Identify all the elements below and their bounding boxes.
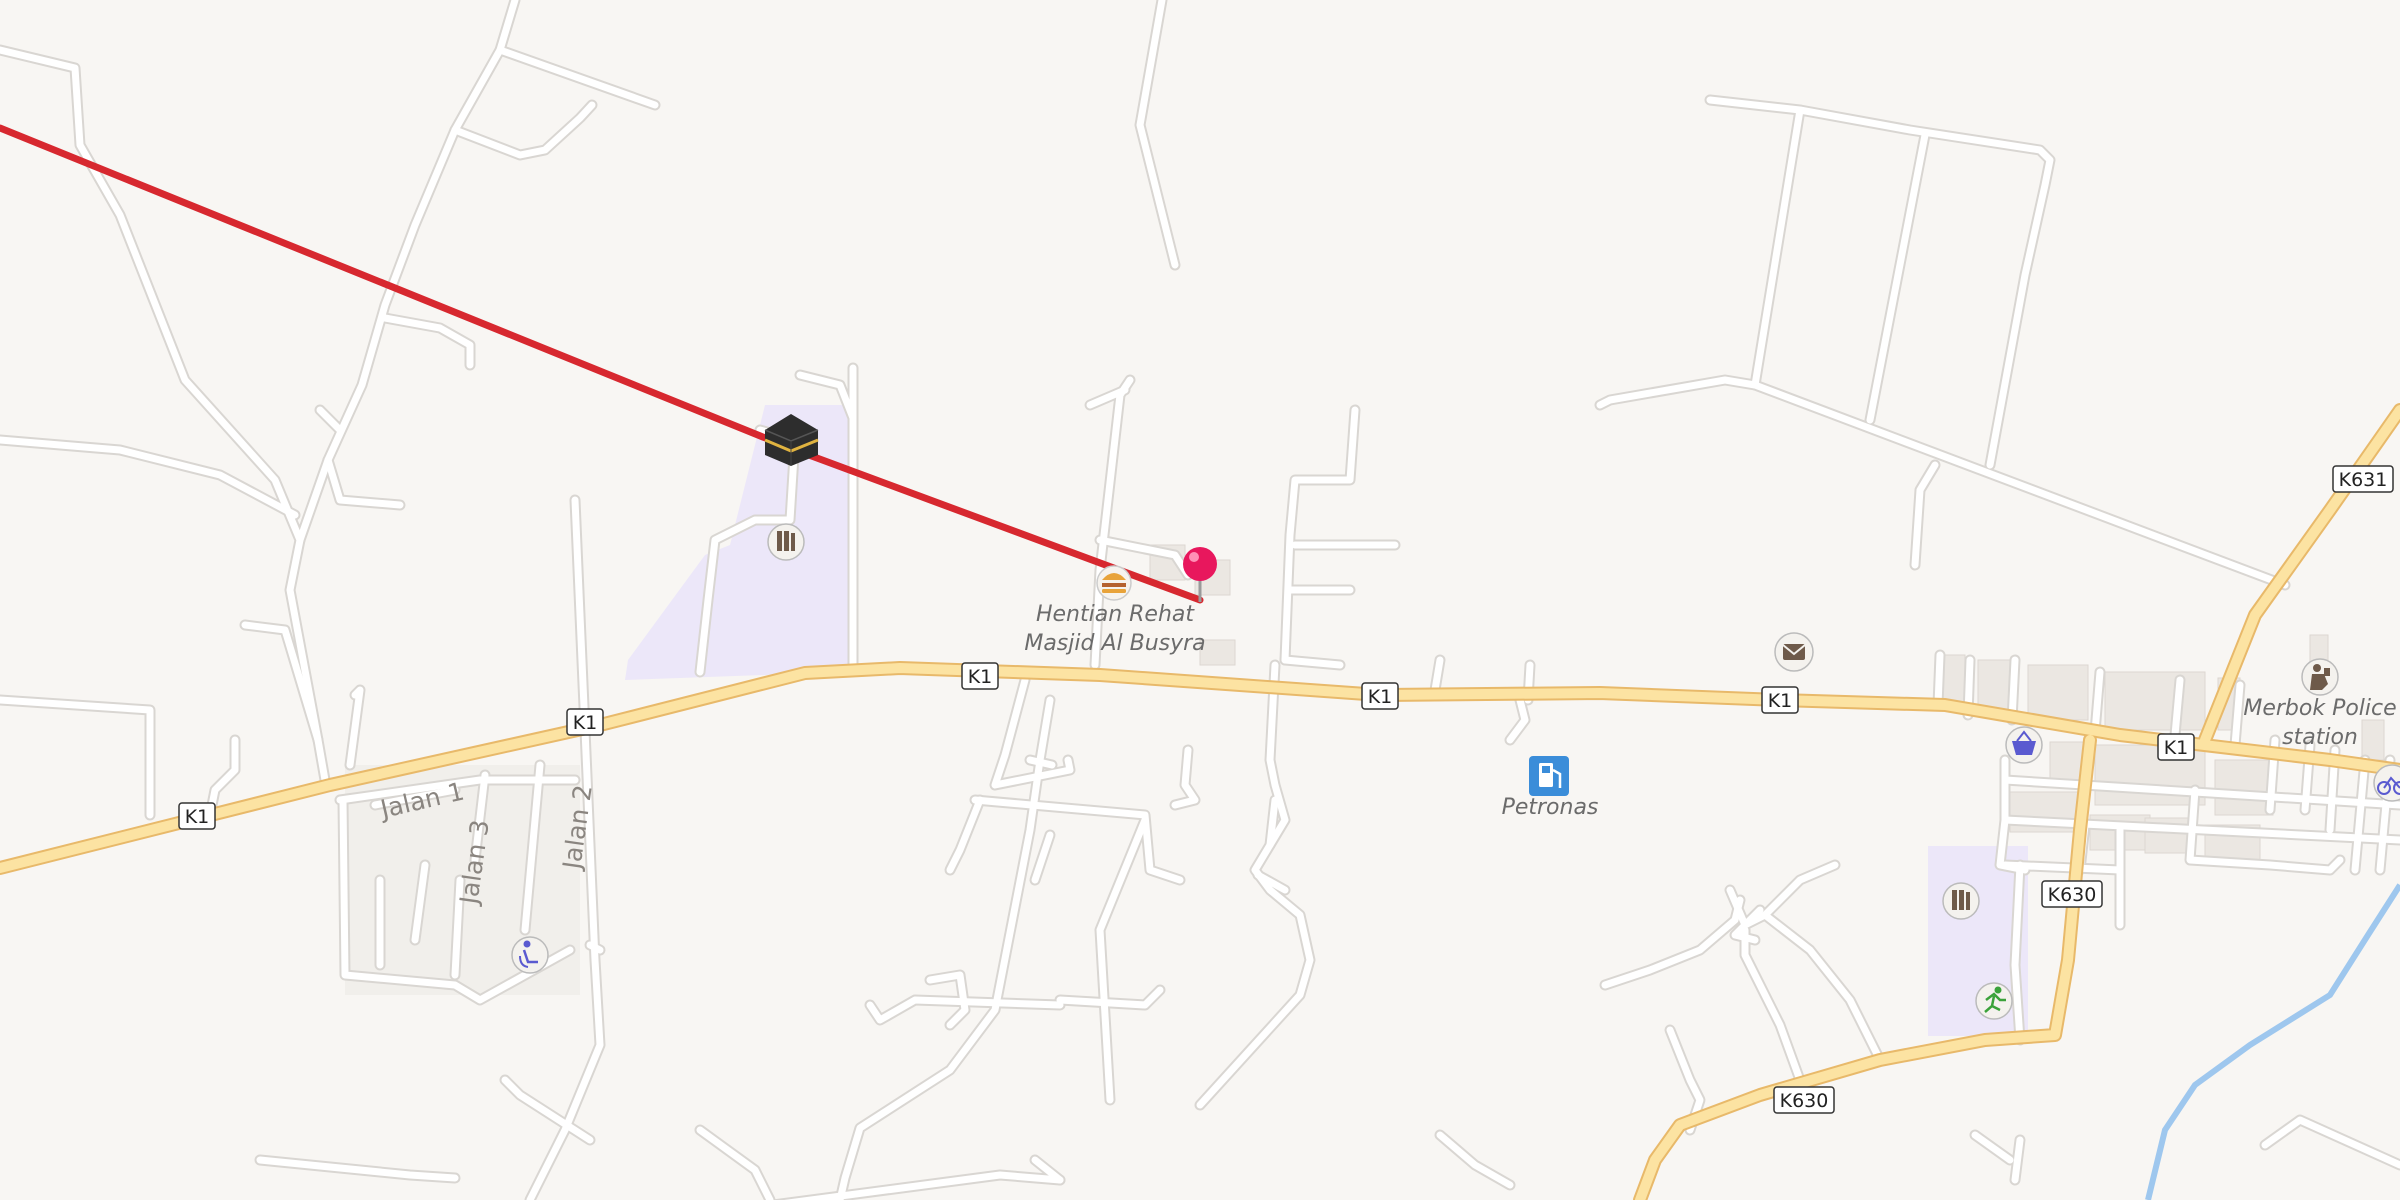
k1-shield-6: K1 xyxy=(2157,733,2195,761)
place-label-station: station xyxy=(2282,725,2358,750)
k1-shield-5: K1 xyxy=(1761,686,1799,714)
svg-text:K631: K631 xyxy=(2339,469,2388,491)
k630-shield-1: K630 xyxy=(2041,880,2103,908)
shopping-basket-icon[interactable] xyxy=(2005,726,2043,764)
map-canvas[interactable]: K1 K1 K1 K1 K1 K1 K630 K630 K631 Jalan 1… xyxy=(0,0,2400,1200)
k1-shield-2: K1 xyxy=(566,708,604,736)
fast-food-icon[interactable] xyxy=(1096,565,1132,601)
svg-text:K1: K1 xyxy=(185,806,210,828)
accessibility-icon[interactable] xyxy=(511,936,549,974)
library-icon[interactable] xyxy=(1942,882,1980,920)
place-label-masjid-al-busyra: Masjid Al Busyra xyxy=(1024,631,1205,656)
svg-text:K630: K630 xyxy=(2048,884,2097,906)
svg-text:K1: K1 xyxy=(2164,737,2189,759)
fuel-icon[interactable] xyxy=(1529,756,1569,796)
k1-shield-4: K1 xyxy=(1361,682,1399,710)
k1-shield-1: K1 xyxy=(178,802,216,830)
police-icon[interactable] xyxy=(2301,658,2339,696)
mail-icon[interactable] xyxy=(1774,632,1814,672)
library-icon[interactable] xyxy=(767,523,805,561)
place-label-hentian-rehat: Hentian Rehat xyxy=(1036,602,1195,627)
svg-text:K1: K1 xyxy=(968,666,993,688)
svg-text:K630: K630 xyxy=(1780,1090,1829,1112)
svg-text:K1: K1 xyxy=(1368,686,1393,708)
sports-icon[interactable] xyxy=(1975,982,2013,1020)
svg-text:K1: K1 xyxy=(1768,690,1793,712)
k631-shield: K631 xyxy=(2332,465,2394,493)
place-label-petronas: Petronas xyxy=(1502,795,1599,820)
svg-text:K1: K1 xyxy=(573,712,598,734)
k1-shield-3: K1 xyxy=(961,662,999,690)
place-label-merbok-police: Merbok Police xyxy=(2243,696,2396,721)
k630-shield-2: K630 xyxy=(1773,1086,1835,1114)
